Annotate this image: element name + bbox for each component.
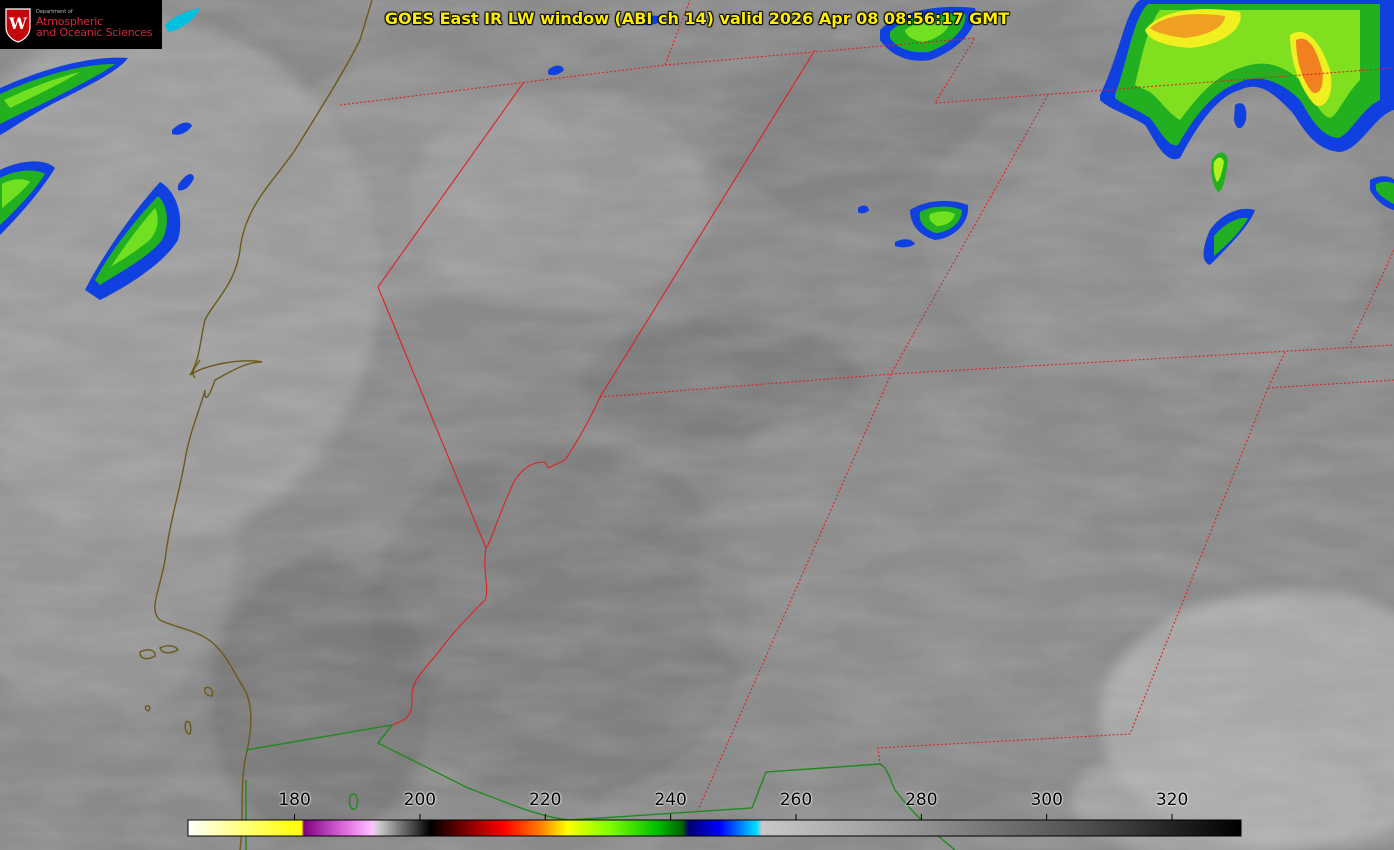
colorbar-tick-label: 300 [1030, 790, 1063, 810]
colorbar-tick-label: 200 [403, 790, 437, 810]
colorbar-tick-label: 240 [654, 790, 687, 810]
colorbar-tick-label: 180 [278, 790, 311, 810]
logo-line-oceanic: and Oceanic Sciences [36, 26, 153, 40]
ir-satellite-image [0, 0, 1394, 850]
satellite-map[interactable]: W Department of Atmospheric and Oceanic … [0, 0, 1394, 850]
colorbar-tick-label: 280 [905, 790, 938, 810]
colorbar-tick-label: 260 [779, 790, 813, 810]
colorbar-tick-label: 220 [529, 790, 562, 810]
map-title: GOES East IR LW window (ABI ch 14) valid… [384, 9, 1010, 28]
colorbar-strip [187, 819, 1242, 837]
colorbar-tick-label: 320 [1155, 790, 1189, 810]
